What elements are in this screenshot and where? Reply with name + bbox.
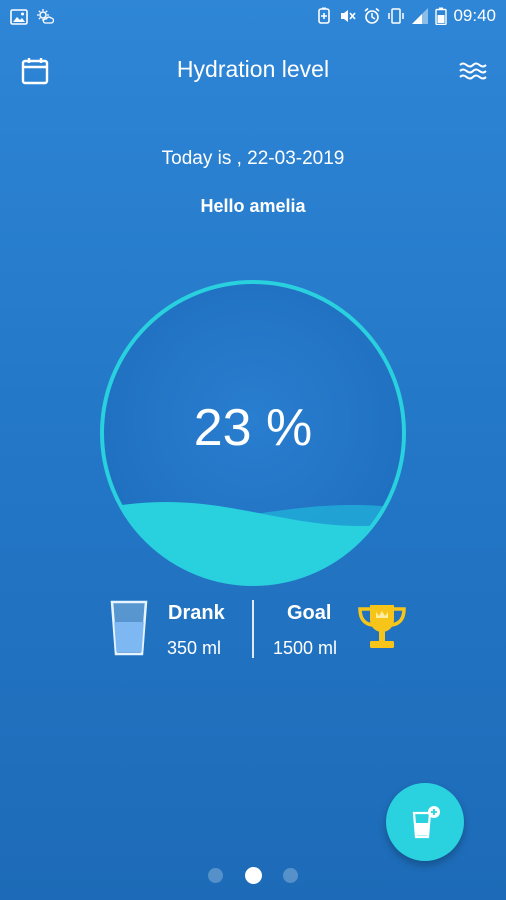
page-indicator bbox=[0, 867, 506, 888]
stats-divider bbox=[252, 600, 254, 658]
waves-icon bbox=[459, 62, 487, 80]
battery-saver-icon bbox=[318, 7, 331, 24]
drank-label: Drank bbox=[168, 602, 225, 624]
hydration-menu-button[interactable] bbox=[456, 54, 490, 88]
status-bar: 09:40 bbox=[0, 0, 506, 34]
goal-value: 1500 ml bbox=[273, 638, 338, 658]
add-glass-icon bbox=[412, 806, 440, 839]
page-dot-2[interactable] bbox=[245, 867, 262, 884]
hello-prefix: Hello bbox=[200, 196, 245, 216]
app-bar: Hydration level bbox=[0, 40, 506, 100]
greeting: Hello amelia bbox=[0, 196, 506, 217]
stats-row: Drank 350 ml Goal 1500 ml bbox=[0, 598, 506, 668]
today-date: Today is , 22-03-2019 bbox=[161, 148, 345, 169]
weather-icon bbox=[37, 9, 54, 24]
alarm-icon bbox=[364, 7, 380, 24]
drank-value: 350 ml bbox=[167, 638, 222, 658]
trophy-icon bbox=[358, 605, 406, 648]
gallery-icon bbox=[10, 9, 28, 25]
page-dot-3[interactable] bbox=[283, 868, 298, 883]
add-drink-button[interactable] bbox=[386, 783, 464, 861]
water-glass-icon bbox=[110, 600, 148, 656]
battery-icon bbox=[435, 7, 448, 25]
page-dot-1[interactable] bbox=[208, 868, 223, 883]
mute-icon bbox=[341, 10, 357, 22]
app-title: Hydration level bbox=[176, 56, 330, 82]
hydration-percent: 23 % bbox=[193, 399, 313, 457]
goal-label: Goal bbox=[287, 602, 332, 624]
user-name: amelia bbox=[249, 196, 306, 216]
signal-icon bbox=[412, 8, 429, 24]
vibrate-icon bbox=[388, 8, 405, 24]
status-time: 09:40 bbox=[453, 6, 496, 25]
